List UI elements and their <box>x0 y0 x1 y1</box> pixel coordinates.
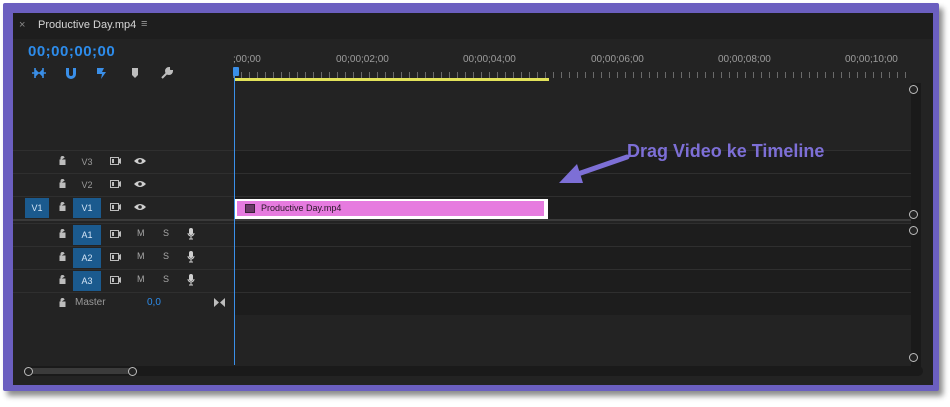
solo-button[interactable]: S <box>163 228 169 238</box>
panel-tab-bar: × Productive Day.mp4 ≡ <box>13 13 933 39</box>
track-lane[interactable] <box>234 224 911 246</box>
track-header <box>13 293 233 315</box>
lock-icon[interactable] <box>59 298 66 307</box>
mute-button[interactable]: M <box>137 274 145 284</box>
track-header <box>13 247 233 269</box>
track-target-v2[interactable]: V2 <box>73 175 101 195</box>
lock-icon[interactable] <box>59 229 66 238</box>
linked-selection-icon[interactable] <box>95 66 111 80</box>
eye-icon[interactable] <box>134 157 146 165</box>
track-header <box>13 174 233 196</box>
wrench-settings-icon[interactable] <box>159 66 175 80</box>
track-lane[interactable] <box>234 247 911 269</box>
microphone-icon[interactable] <box>187 228 195 240</box>
clip-name: Productive Day.mp4 <box>261 203 342 213</box>
track-target-v1[interactable]: V1 <box>73 198 101 218</box>
track-row-master: Master 0,0 <box>13 292 911 315</box>
keyframe-navigator-icon[interactable] <box>214 298 225 307</box>
eye-icon[interactable] <box>134 203 146 211</box>
audio-zoom-handle-bottom[interactable] <box>909 353 918 362</box>
lock-icon[interactable] <box>59 156 66 165</box>
track-header <box>13 224 233 246</box>
track-target-v3[interactable]: V3 <box>73 152 101 172</box>
panel-menu-icon[interactable]: ≡ <box>141 18 147 30</box>
snap-nest-icon[interactable] <box>31 66 47 80</box>
track-area: V3 V2 V1 V1 A1 M S A2 M S A3 M S Master … <box>13 82 911 357</box>
mute-button[interactable]: M <box>137 228 145 238</box>
zoom-handle-right[interactable] <box>128 367 137 376</box>
marker-icon[interactable] <box>127 66 143 80</box>
lock-icon[interactable] <box>59 179 66 188</box>
ruler-label: ;00;00 <box>233 54 261 65</box>
horizontal-scroll-thumb[interactable] <box>29 368 137 374</box>
work-area-bar[interactable] <box>234 78 549 81</box>
track-target-a2[interactable]: A2 <box>73 248 101 268</box>
sync-lock-icon[interactable] <box>110 276 121 284</box>
video-clip[interactable]: Productive Day.mp4 <box>235 199 548 219</box>
ruler-label: 00;00;08;00 <box>718 54 771 65</box>
lock-icon[interactable] <box>59 275 66 284</box>
video-zoom-handle-bottom[interactable] <box>909 210 918 219</box>
video-zoom-handle-top[interactable] <box>909 85 918 94</box>
arrow-left-icon <box>559 154 630 183</box>
playhead-timecode[interactable]: 00;00;00;00 <box>28 43 115 60</box>
sync-lock-icon[interactable] <box>110 203 121 211</box>
microphone-icon[interactable] <box>187 274 195 286</box>
track-row-a1: A1 M S <box>13 223 911 246</box>
timeline-panel: × Productive Day.mp4 ≡ 00;00;00;00 ;00;0… <box>13 13 933 385</box>
ruler-label: 00;00;04;00 <box>463 54 516 65</box>
sync-lock-icon[interactable] <box>110 180 121 188</box>
ruler-label: 00;00;02;00 <box>336 54 389 65</box>
sync-lock-icon[interactable] <box>110 157 121 165</box>
mute-button[interactable]: M <box>137 251 145 261</box>
eye-icon[interactable] <box>134 180 146 188</box>
fx-badge-icon <box>245 204 255 213</box>
ruler-label: 00;00;06;00 <box>591 54 644 65</box>
playhead-line <box>234 75 235 365</box>
horizontal-scrollbar[interactable] <box>25 366 923 376</box>
microphone-icon[interactable] <box>187 251 195 263</box>
track-row-a3: A3 M S <box>13 269 911 292</box>
master-volume-value[interactable]: 0,0 <box>147 297 161 308</box>
video-audio-divider[interactable] <box>13 219 911 221</box>
sequence-tab-title[interactable]: Productive Day.mp4 <box>38 19 136 31</box>
zoom-handle-left[interactable] <box>24 367 33 376</box>
clip-body: Productive Day.mp4 <box>237 201 544 216</box>
track-row-a2: A2 M S <box>13 246 911 269</box>
close-tab-icon[interactable]: × <box>19 19 25 31</box>
master-track-label: Master <box>75 297 106 308</box>
ruler-label: 00;00;10;00 <box>845 54 898 65</box>
audio-zoom-handle-top[interactable] <box>909 226 918 235</box>
vertical-scrollbar[interactable] <box>911 83 921 367</box>
time-ruler[interactable]: ;00;00 00;00;02;00 00;00;04;00 00;00;06;… <box>233 51 913 81</box>
track-header <box>13 151 233 173</box>
sync-lock-icon[interactable] <box>110 253 121 261</box>
magnet-snap-icon[interactable] <box>63 66 79 80</box>
track-target-a1[interactable]: A1 <box>73 225 101 245</box>
lock-icon[interactable] <box>59 252 66 261</box>
sync-lock-icon[interactable] <box>110 230 121 238</box>
instruction-annotation: Drag Video ke Timeline <box>627 141 825 161</box>
solo-button[interactable]: S <box>163 274 169 284</box>
lock-icon[interactable] <box>59 202 66 211</box>
solo-button[interactable]: S <box>163 251 169 261</box>
track-row-v2: V2 <box>13 173 911 196</box>
track-header <box>13 270 233 292</box>
track-lane[interactable] <box>234 270 911 292</box>
track-lane[interactable] <box>234 293 911 315</box>
track-target-a3[interactable]: A3 <box>73 271 101 291</box>
source-patch-v1[interactable]: V1 <box>25 198 49 218</box>
